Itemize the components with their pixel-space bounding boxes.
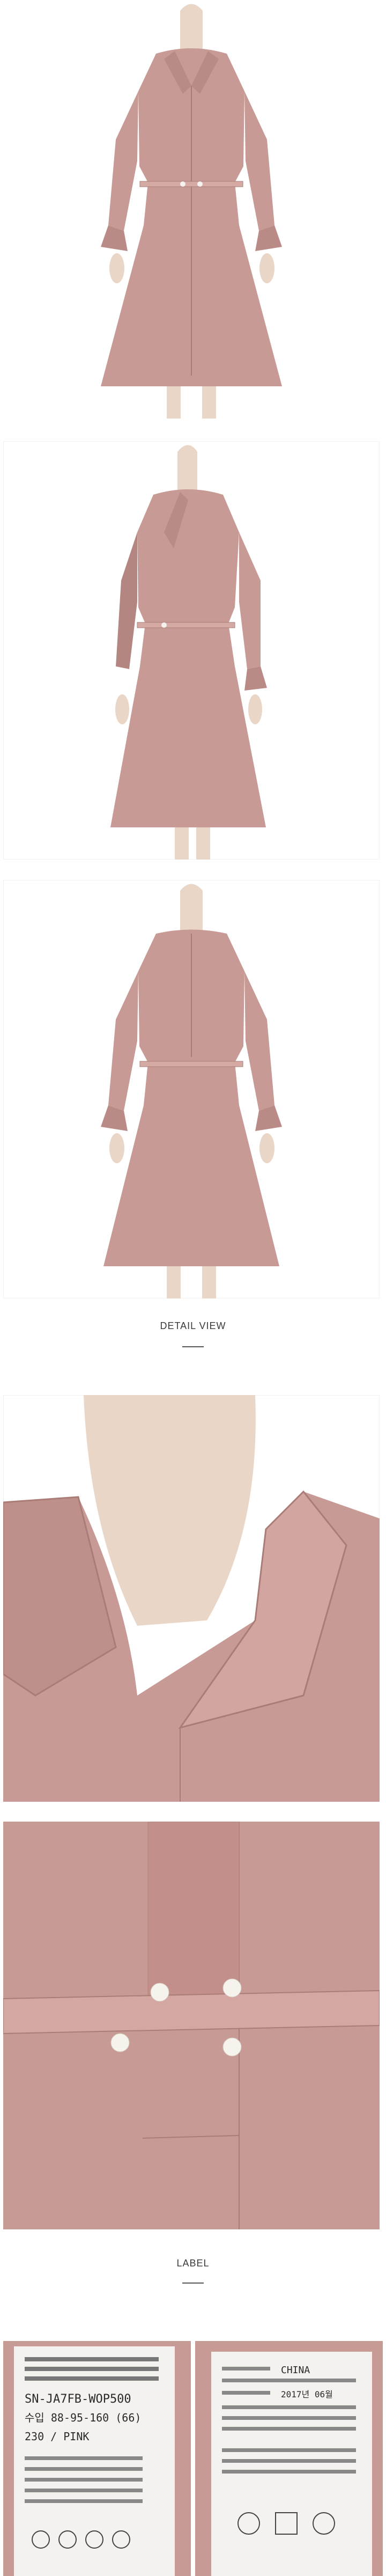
product-photo-back: [3, 880, 380, 1298]
label-divider: [182, 2283, 204, 2284]
detail-photo-collar: [3, 1395, 380, 1802]
care-label-photo-size: SN-JA7FB-WOP500 수입 88-95-160 (66) 230 / …: [3, 2341, 191, 2576]
label-size: 수입 88-95-160 (66): [25, 2411, 141, 2424]
care-label-photo-origin: CHINA 2017년 06월: [195, 2341, 383, 2576]
label-color: 230 / PINK: [25, 2430, 89, 2443]
detail-view-divider: [182, 1346, 204, 1347]
detail-photo-belt: [3, 1822, 380, 2229]
detail-view-heading: DETAIL VIEW: [160, 1320, 226, 1331]
product-photo-side: [3, 441, 380, 860]
product-photo-front: [3, 0, 380, 419]
label-heading: LABEL: [176, 2258, 210, 2269]
label-style-code: SN-JA7FB-WOP500: [25, 2392, 131, 2406]
label-origin: CHINA: [281, 2365, 310, 2376]
label-date: 2017년 06월: [281, 2389, 333, 2399]
